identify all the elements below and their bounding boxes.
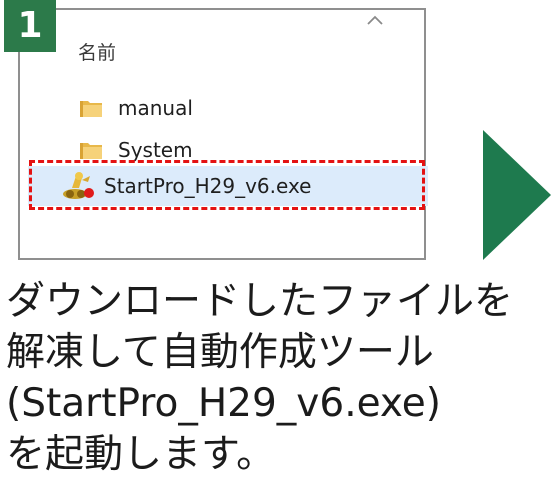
file-row-manual[interactable]: manual	[28, 88, 428, 128]
highlight-frame	[29, 160, 425, 210]
caption-line: ダウンロードしたファイルを	[6, 279, 514, 324]
name-column-header[interactable]: 名前	[78, 38, 116, 65]
file-name: System	[118, 138, 193, 162]
caption-line: を起動します。	[6, 432, 276, 477]
instruction-caption: ダウンロードしたファイルを 解凍して自動作成ツール (StartPro_H29_…	[6, 276, 551, 480]
next-step-arrow-icon	[483, 130, 551, 260]
folder-icon	[80, 101, 102, 117]
instruction-step: 1 名前 manual System StartPro_H29_v6.exe ダ…	[0, 0, 551, 481]
file-name: manual	[118, 96, 193, 120]
chevron-up-icon[interactable]	[364, 12, 386, 28]
caption-line: (StartPro_H29_v6.exe)	[6, 381, 441, 426]
step-number-badge: 1	[4, 0, 56, 52]
file-explorer-window: 名前 manual System StartPro_H29_v6.exe	[18, 8, 428, 260]
caption-line: 解凍して自動作成ツール	[6, 330, 434, 375]
